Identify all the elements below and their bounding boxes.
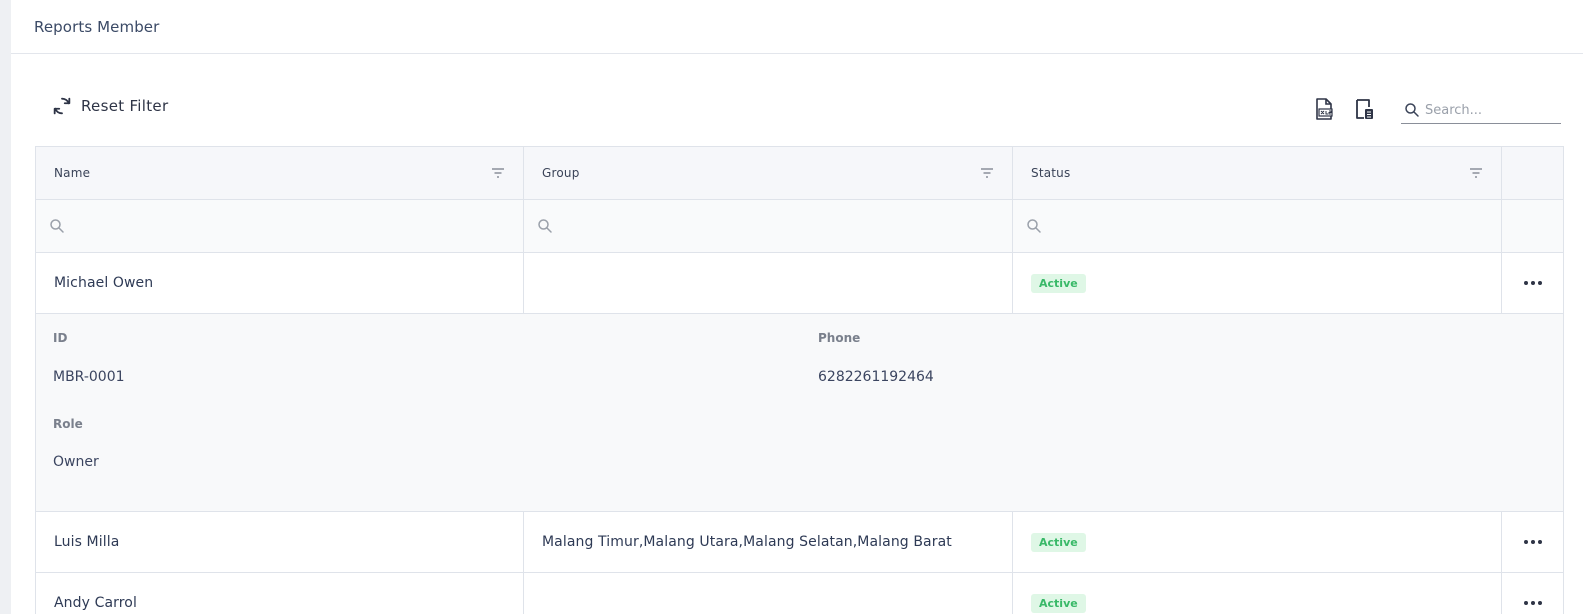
name-cell: Michael Owen [36, 253, 524, 313]
column-header-group[interactable]: Group [524, 147, 1013, 199]
status-badge: Active [1031, 273, 1086, 293]
reset-filter-button[interactable]: Reset Filter [51, 95, 168, 117]
status-filter-cell [1013, 200, 1502, 252]
status-filter-input[interactable] [1049, 210, 1453, 242]
header-row: Name Group Status [36, 147, 1563, 200]
detail-id-label: ID [53, 331, 68, 345]
detail-role-value: Owner [53, 454, 99, 470]
search-icon [1405, 103, 1419, 117]
name-filter-cell [36, 200, 524, 252]
detail-phone-label: Phone [818, 331, 861, 345]
column-header-name[interactable]: Name [36, 147, 524, 199]
filter-icon[interactable] [1469, 167, 1483, 179]
column-title: Status [1031, 166, 1071, 180]
reports-member-page: Reports Member Reset Filter Search... Na… [11, 0, 1583, 614]
member-group: Malang Timur,Malang Utara,Malang Selatan… [542, 534, 952, 550]
search-icon [50, 219, 64, 233]
member-name: Luis Milla [54, 534, 120, 550]
column-title: Name [54, 166, 91, 180]
column-header-actions [1502, 147, 1563, 199]
search-icon [1027, 219, 1041, 233]
actions-cell [1502, 253, 1563, 313]
actions-cell [1502, 512, 1563, 572]
file-export-icon[interactable] [1352, 97, 1376, 121]
file-excel-icon[interactable] [1312, 97, 1336, 121]
name-cell: Andy Carrol [36, 573, 524, 614]
table-row[interactable]: Michael Owen Active [36, 253, 1563, 314]
group-filter-input[interactable] [560, 210, 964, 242]
grid-toolbar: Reset Filter [35, 85, 1573, 133]
table-row[interactable]: Luis Milla Malang Timur,Malang Utara,Mal… [36, 512, 1563, 573]
page-title: Reports Member [34, 17, 160, 36]
table-row[interactable]: Andy Carrol Active [36, 573, 1563, 614]
filter-icon[interactable] [980, 167, 994, 179]
reset-filter-label: Reset Filter [81, 97, 169, 115]
status-badge: Active [1031, 532, 1086, 552]
member-name: Michael Owen [54, 275, 154, 291]
member-name: Andy Carrol [54, 595, 137, 611]
group-cell [524, 573, 1013, 614]
filter-icon[interactable] [491, 167, 505, 179]
refresh-icon [53, 97, 71, 115]
detail-phone-value: 6282261192464 [818, 369, 934, 385]
status-cell: Active [1013, 573, 1502, 614]
status-cell: Active [1013, 253, 1502, 313]
column-title: Group [542, 166, 580, 180]
status-badge: Active [1031, 593, 1086, 613]
status-cell: Active [1013, 512, 1502, 572]
more-options-icon[interactable] [1523, 600, 1543, 606]
page-header: Reports Member [11, 0, 1583, 54]
name-filter-input[interactable] [72, 210, 476, 242]
detail-id-value: MBR-0001 [53, 369, 125, 385]
more-options-icon[interactable] [1523, 280, 1543, 286]
actions-filter-cell [1502, 200, 1563, 252]
group-cell [524, 253, 1013, 313]
actions-cell [1502, 573, 1563, 614]
more-options-icon[interactable] [1523, 539, 1543, 545]
global-search [1401, 97, 1561, 124]
group-filter-cell [524, 200, 1013, 252]
filter-row [36, 200, 1563, 253]
column-header-status[interactable]: Status [1013, 147, 1502, 199]
search-icon [538, 219, 552, 233]
name-cell: Luis Milla [36, 512, 524, 572]
group-cell: Malang Timur,Malang Utara,Malang Selatan… [524, 512, 1013, 572]
search-input[interactable] [1423, 101, 1557, 119]
row-detail-panel: ID MBR-0001 Phone 6282261192464 Role Own… [36, 314, 1563, 512]
detail-role-label: Role [53, 417, 83, 431]
members-grid: Name Group Status Michael Owen Active ID… [35, 146, 1564, 614]
